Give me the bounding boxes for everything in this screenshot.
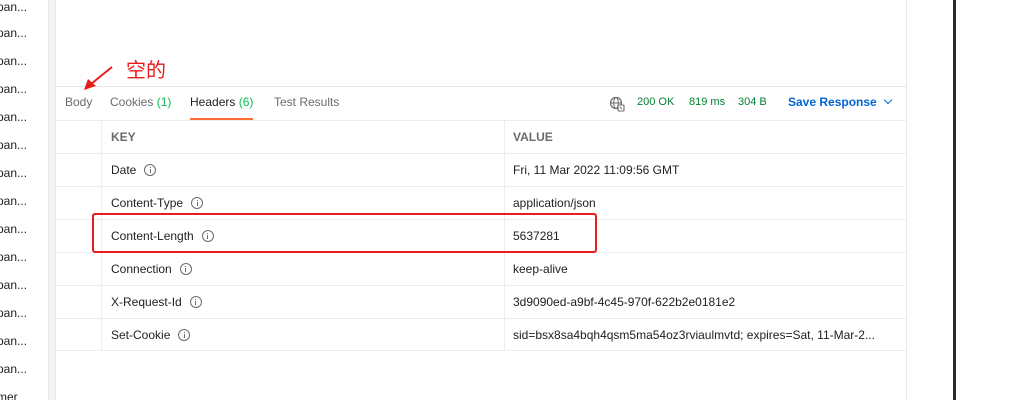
header-value[interactable]: sid=bsx8sa4bqh4qsm5ma54oz3rviaulmvtd; ex… xyxy=(505,319,907,350)
sidebar-item[interactable]: pan... xyxy=(0,362,48,376)
table-row: X-Request-Id 3d9090ed-a9bf-4c45-970f-622… xyxy=(56,285,907,318)
sidebar-item[interactable]: pan... xyxy=(0,54,48,68)
info-icon[interactable] xyxy=(179,262,192,275)
response-time[interactable]: 819 ms xyxy=(689,96,725,108)
header-key: Connection xyxy=(102,253,505,285)
response-pane: Body Cookies (1) Headers (6) Test Result… xyxy=(56,0,907,400)
sidebar-item[interactable]: pan... xyxy=(0,138,48,152)
column-header-key: KEY xyxy=(102,121,505,153)
column-header-value: VALUE xyxy=(513,130,553,144)
annotation-highlight-box xyxy=(92,213,597,253)
tab-count: (1) xyxy=(156,95,172,109)
sidebar-item[interactable]: mer xyxy=(0,390,48,400)
annotation-label: 空的 xyxy=(126,58,166,82)
tab-headers[interactable]: Headers (6) xyxy=(190,95,254,120)
tab-label: Body xyxy=(65,95,93,109)
table-header-row: KEY VALUE xyxy=(56,120,907,153)
tab-count: (6) xyxy=(238,95,254,109)
sidebar-item[interactable]: pan... xyxy=(0,82,48,96)
sidebar: pan... pan... pan... pan... pan... pan..… xyxy=(0,0,48,400)
sidebar-item[interactable]: pan... xyxy=(0,278,48,292)
chevron-down-icon xyxy=(883,95,892,105)
header-key: Date xyxy=(102,154,505,186)
sidebar-item[interactable]: pan... xyxy=(0,26,48,40)
globe-icon[interactable] xyxy=(609,96,625,112)
annotation-arrow xyxy=(84,66,113,90)
sidebar-scrollbar[interactable] xyxy=(48,0,56,400)
header-key: Set-Cookie xyxy=(102,319,505,350)
tab-label: Test Results xyxy=(274,95,340,109)
window-edge xyxy=(953,0,956,400)
tab-body[interactable]: Body xyxy=(65,95,92,120)
info-icon[interactable] xyxy=(178,328,191,341)
info-icon[interactable] xyxy=(191,196,204,209)
sidebar-item[interactable]: pan... xyxy=(0,250,48,264)
response-tabs: Body Cookies (1) Headers (6) Test Result… xyxy=(56,87,907,120)
tab-label: Headers xyxy=(190,95,236,109)
header-value[interactable]: keep-alive xyxy=(505,253,907,285)
sidebar-item[interactable]: pan... xyxy=(0,0,48,14)
table-row: Connection keep-alive xyxy=(56,252,907,285)
header-key: X-Request-Id xyxy=(102,286,505,318)
sidebar-item[interactable]: pan... xyxy=(0,166,48,180)
table-row: Set-Cookie sid=bsx8sa4bqh4qsm5ma54oz3rvi… xyxy=(56,318,907,351)
tab-test-results[interactable]: Test Results xyxy=(274,95,339,120)
sidebar-item[interactable]: pan... xyxy=(0,222,48,236)
table-row: Date Fri, 11 Mar 2022 11:09:56 GMT xyxy=(56,153,907,186)
save-response-label: Save Response xyxy=(788,95,877,109)
info-icon[interactable] xyxy=(144,163,157,176)
info-icon[interactable] xyxy=(189,295,202,308)
header-value[interactable]: 3d9090ed-a9bf-4c45-970f-622b2e0181e2 xyxy=(505,286,907,318)
save-response-button[interactable]: Save Response xyxy=(788,95,892,109)
sidebar-item[interactable]: pan... xyxy=(0,194,48,208)
header-value[interactable]: Fri, 11 Mar 2022 11:09:56 GMT xyxy=(505,154,907,186)
tab-cookies[interactable]: Cookies (1) xyxy=(110,95,171,120)
sidebar-item[interactable]: pan... xyxy=(0,110,48,124)
sidebar-item[interactable]: pan... xyxy=(0,306,48,320)
sidebar-item[interactable]: pan... xyxy=(0,334,48,348)
response-size[interactable]: 304 B xyxy=(738,96,767,108)
tab-label: Cookies xyxy=(110,95,154,109)
status-code[interactable]: 200 OK xyxy=(637,96,674,108)
